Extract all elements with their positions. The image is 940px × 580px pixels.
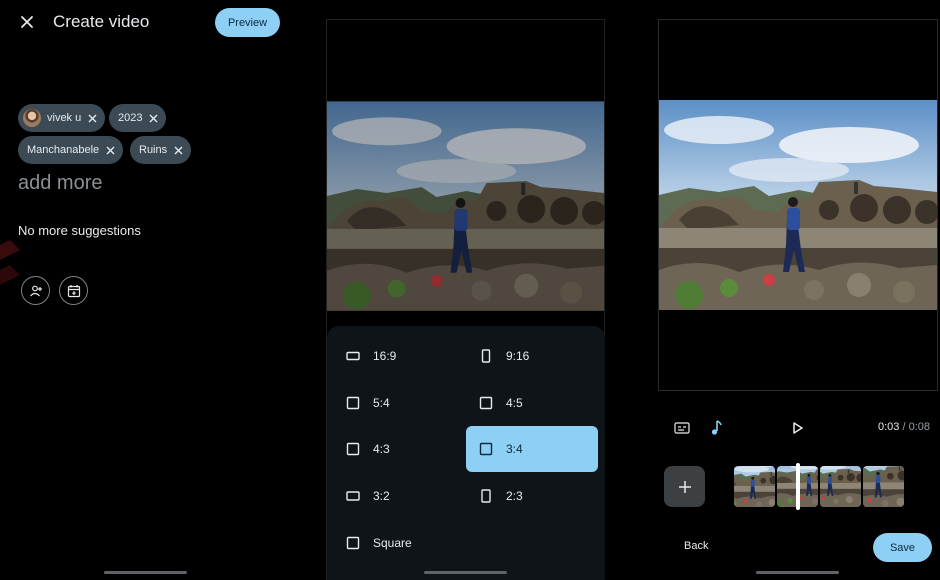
- ratio-label: 3:2: [373, 489, 390, 503]
- video-preview-frame: [658, 19, 938, 391]
- ratio-option-4-5[interactable]: 4:5: [466, 380, 598, 426]
- frame-icon: [333, 442, 373, 456]
- music-note-icon: [711, 420, 722, 435]
- landscape-frame-icon: [333, 351, 373, 361]
- add-date-icon: [67, 284, 80, 297]
- ratio-label: 4:3: [373, 442, 390, 456]
- play-button[interactable]: [788, 418, 808, 438]
- avatar: [23, 109, 41, 127]
- add-date-button[interactable]: [59, 276, 88, 305]
- chip-place[interactable]: Manchanabele: [18, 136, 124, 164]
- chip-year[interactable]: 2023: [109, 104, 167, 132]
- ratio-label: 9:16: [506, 349, 530, 363]
- home-indicator: [104, 571, 187, 574]
- aspect-ratio-panel: 16:9 9:16 5:4 4:5 4:3 3:4 3:2 2:3 Square: [326, 19, 605, 580]
- playhead[interactable]: [796, 463, 800, 510]
- photo-preview: [327, 101, 604, 311]
- captions-button[interactable]: [672, 419, 692, 437]
- no-suggestions-text: No more suggestions: [18, 223, 141, 238]
- close-icon: [21, 16, 33, 28]
- chip-thing[interactable]: Ruins: [130, 136, 192, 164]
- remove-chip-icon[interactable]: [148, 113, 158, 123]
- ratio-option-16-9[interactable]: 16:9: [333, 333, 465, 379]
- chip-label: vivek u: [47, 112, 82, 124]
- ratio-label: 3:4: [506, 442, 523, 456]
- portrait-frame-icon: [466, 489, 506, 503]
- add-person-icon: [29, 285, 42, 296]
- chip-label: Manchanabele: [27, 144, 100, 156]
- ratio-option-3-2[interactable]: 3:2: [333, 473, 465, 519]
- chip-label: 2023: [118, 112, 143, 124]
- ratio-option-3-4[interactable]: 3:4: [466, 426, 598, 472]
- clip-thumbnail[interactable]: [863, 466, 904, 507]
- ratio-option-square[interactable]: Square: [333, 520, 465, 566]
- ratio-label: 5:4: [373, 396, 390, 410]
- frame-icon: [333, 536, 373, 550]
- clip-timeline[interactable]: [734, 466, 906, 507]
- ratio-option-9-16[interactable]: 9:16: [466, 333, 598, 379]
- ratio-option-5-4[interactable]: 5:4: [333, 380, 465, 426]
- home-indicator: [756, 571, 839, 574]
- back-button[interactable]: Back: [684, 540, 708, 552]
- frame-icon: [466, 442, 506, 456]
- chip-label: Ruins: [139, 144, 168, 156]
- close-button[interactable]: [17, 12, 37, 32]
- play-icon: [793, 422, 803, 434]
- create-video-panel: Create video Preview vivek u 2023 Mancha…: [0, 0, 300, 580]
- add-person-button[interactable]: [21, 276, 50, 305]
- current-time: 0:03: [878, 421, 900, 433]
- add-more-input[interactable]: add more: [18, 172, 103, 195]
- remove-chip-icon[interactable]: [173, 145, 183, 155]
- total-time: 0:08: [908, 421, 931, 433]
- video-preview: [659, 100, 937, 310]
- page-title: Create video: [53, 12, 150, 31]
- caption-icon: [674, 422, 690, 434]
- add-clip-icon: [678, 480, 691, 493]
- clip-thumbnail[interactable]: [734, 466, 775, 507]
- chip-person[interactable]: vivek u: [18, 104, 106, 132]
- add-clip-button[interactable]: [664, 466, 705, 507]
- clip-thumbnail[interactable]: [820, 466, 861, 507]
- ratio-label: 2:3: [506, 489, 523, 503]
- home-indicator: [424, 571, 507, 574]
- aspect-ratio-sheet: 16:9 9:16 5:4 4:5 4:3 3:4 3:2 2:3 Square: [327, 326, 605, 580]
- time-separator: /: [899, 421, 909, 433]
- landscape-frame-icon: [333, 491, 373, 501]
- ratio-label: 16:9: [373, 349, 397, 363]
- ratio-option-4-3[interactable]: 4:3: [333, 426, 465, 472]
- remove-chip-icon[interactable]: [105, 145, 115, 155]
- portrait-frame-icon: [466, 349, 506, 363]
- ratio-label: 4:5: [506, 396, 523, 410]
- ratio-option-2-3[interactable]: 2:3: [466, 473, 598, 519]
- preview-button[interactable]: Preview: [215, 8, 280, 37]
- frame-icon: [466, 396, 506, 410]
- save-button[interactable]: Save: [873, 533, 932, 562]
- music-button[interactable]: [707, 418, 725, 438]
- playback-time: 0:03 / 0:08: [878, 421, 930, 433]
- ratio-label: Square: [373, 536, 412, 550]
- frame-icon: [333, 396, 373, 410]
- remove-chip-icon[interactable]: [87, 113, 97, 123]
